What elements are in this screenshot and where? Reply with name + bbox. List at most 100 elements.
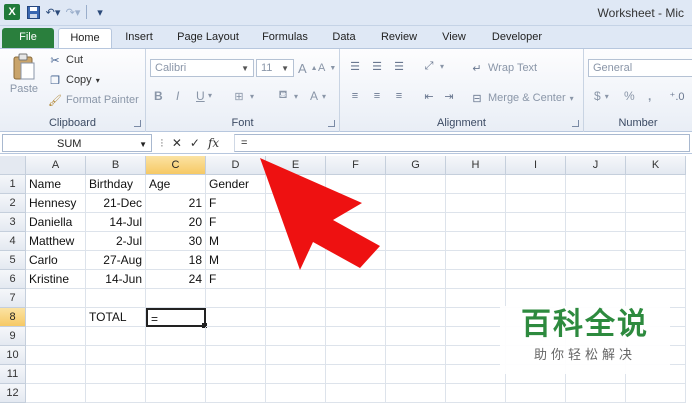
cell-d5[interactable]: M — [206, 251, 266, 270]
cell-d10[interactable] — [206, 346, 266, 365]
column-header-h[interactable]: H — [446, 156, 506, 175]
row-header-10[interactable]: 10 — [0, 346, 26, 365]
cell-h10[interactable] — [446, 346, 506, 365]
cell-d12[interactable] — [206, 384, 266, 403]
bold-button[interactable]: B — [154, 89, 163, 103]
dialog-launcher-icon[interactable] — [134, 120, 141, 127]
column-header-g[interactable]: G — [386, 156, 446, 175]
cell-e4[interactable] — [266, 232, 326, 251]
decrease-indent-button[interactable]: ⇤ — [422, 89, 436, 103]
tab-developer[interactable]: Developer — [484, 28, 550, 48]
cell-g10[interactable] — [386, 346, 446, 365]
font-color-button[interactable]: A ▾ — [310, 89, 326, 103]
cell-f4[interactable] — [326, 232, 386, 251]
cell-e5[interactable] — [266, 251, 326, 270]
cell-b10[interactable] — [86, 346, 146, 365]
cell-d7[interactable] — [206, 289, 266, 308]
cell-j2[interactable] — [566, 194, 626, 213]
cell-a7[interactable] — [26, 289, 86, 308]
cell-k2[interactable] — [626, 194, 686, 213]
cell-h6[interactable] — [446, 270, 506, 289]
cell-f10[interactable] — [326, 346, 386, 365]
cell-i2[interactable] — [506, 194, 566, 213]
cell-h2[interactable] — [446, 194, 506, 213]
cell-c7[interactable] — [146, 289, 206, 308]
cell-b7[interactable] — [86, 289, 146, 308]
cell-f12[interactable] — [326, 384, 386, 403]
cell-j1[interactable] — [566, 175, 626, 194]
fill-color-button[interactable]: ⛾ ▾ — [276, 89, 299, 103]
cell-k3[interactable] — [626, 213, 686, 232]
cell-f11[interactable] — [326, 365, 386, 384]
cell-e3[interactable] — [266, 213, 326, 232]
cell-g8[interactable] — [386, 308, 446, 327]
cell-a4[interactable]: Matthew — [26, 232, 86, 251]
number-format-select[interactable]: General — [588, 59, 692, 77]
column-header-j[interactable]: J — [566, 156, 626, 175]
comma-button[interactable]: , — [648, 89, 651, 103]
cell-j12[interactable] — [566, 384, 626, 403]
cell-e7[interactable] — [266, 289, 326, 308]
cell-g3[interactable] — [386, 213, 446, 232]
cell-f3[interactable] — [326, 213, 386, 232]
cell-f6[interactable] — [326, 270, 386, 289]
dialog-launcher-icon[interactable] — [572, 120, 579, 127]
row-header-6[interactable]: 6 — [0, 270, 26, 289]
cell-a2[interactable]: Hennesy — [26, 194, 86, 213]
cell-d11[interactable] — [206, 365, 266, 384]
cell-i3[interactable] — [506, 213, 566, 232]
cell-k6[interactable] — [626, 270, 686, 289]
percent-button[interactable]: % — [624, 89, 635, 103]
column-header-f[interactable]: F — [326, 156, 386, 175]
row-header-11[interactable]: 11 — [0, 365, 26, 384]
cell-a3[interactable]: Daniella — [26, 213, 86, 232]
cell-i12[interactable] — [506, 384, 566, 403]
cut-button[interactable]: ✂ Cut — [48, 53, 83, 67]
enter-formula-button[interactable]: ✓ — [190, 136, 200, 150]
dialog-launcher-icon[interactable] — [328, 120, 335, 127]
name-box[interactable]: SUM ▼ — [2, 134, 152, 152]
cell-c3[interactable]: 20 — [146, 213, 206, 232]
orientation-button[interactable]: ⤢ ▾ — [422, 59, 444, 73]
cell-d4[interactable]: M — [206, 232, 266, 251]
shrink-font-button[interactable]: A ▼ — [318, 62, 336, 74]
row-header-8[interactable]: 8 — [0, 308, 26, 327]
cell-e2[interactable] — [266, 194, 326, 213]
cell-c10[interactable] — [146, 346, 206, 365]
column-header-e[interactable]: E — [266, 156, 326, 175]
cell-h7[interactable] — [446, 289, 506, 308]
cell-e8[interactable] — [266, 308, 326, 327]
cell-j6[interactable] — [566, 270, 626, 289]
increase-decimal-button[interactable]: ⁺.0 — [670, 89, 685, 103]
cell-h4[interactable] — [446, 232, 506, 251]
cell-f5[interactable] — [326, 251, 386, 270]
align-middle-button[interactable]: ☰ — [370, 59, 384, 73]
cell-d2[interactable]: F — [206, 194, 266, 213]
row-header-7[interactable]: 7 — [0, 289, 26, 308]
tab-view[interactable]: View — [436, 28, 472, 48]
row-header-9[interactable]: 9 — [0, 327, 26, 346]
cell-b9[interactable] — [86, 327, 146, 346]
customize-toolbar-icon[interactable]: ▾ — [93, 5, 107, 19]
row-header-12[interactable]: 12 — [0, 384, 26, 403]
cell-e11[interactable] — [266, 365, 326, 384]
column-header-b[interactable]: B — [86, 156, 146, 175]
copy-button[interactable]: ❐ Copy ▾ — [48, 73, 100, 87]
save-icon[interactable] — [26, 5, 40, 19]
cell-h11[interactable] — [446, 365, 506, 384]
cell-b11[interactable] — [86, 365, 146, 384]
redo-icon[interactable]: ↷▾ — [66, 5, 81, 19]
cell-k5[interactable] — [626, 251, 686, 270]
formula-input[interactable]: = — [234, 134, 690, 152]
cell-h9[interactable] — [446, 327, 506, 346]
cell-g7[interactable] — [386, 289, 446, 308]
column-header-d[interactable]: D — [206, 156, 266, 175]
font-name-select[interactable]: Calibri ▼ — [150, 59, 254, 77]
italic-button[interactable]: I — [176, 89, 179, 103]
column-header-k[interactable]: K — [626, 156, 686, 175]
cell-g11[interactable] — [386, 365, 446, 384]
cell-h1[interactable] — [446, 175, 506, 194]
cell-c4[interactable]: 30 — [146, 232, 206, 251]
cell-b3[interactable]: 14-Jul — [86, 213, 146, 232]
insert-function-button[interactable]: fx — [208, 136, 219, 150]
